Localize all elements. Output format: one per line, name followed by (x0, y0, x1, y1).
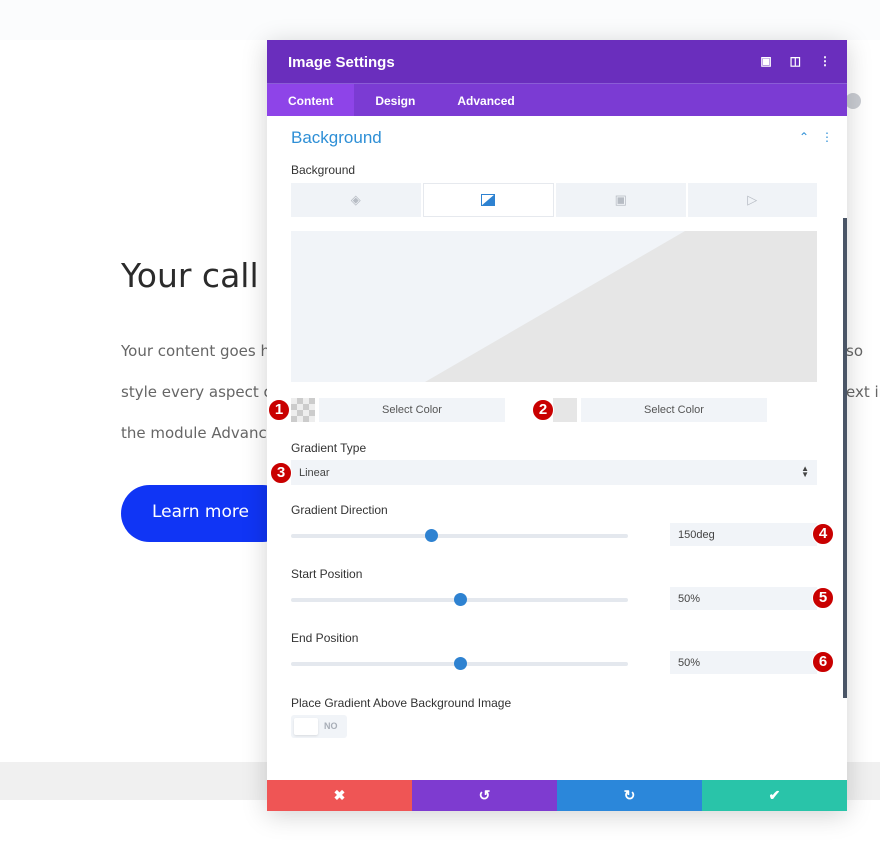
gradient-direction-label: Gradient Direction (291, 503, 388, 517)
chevron-up-icon[interactable]: ⌃ (799, 130, 809, 144)
slider-thumb[interactable] (453, 657, 467, 670)
gradient-direction-input[interactable]: 150deg (670, 523, 817, 546)
place-gradient-label: Place Gradient Above Background Image (291, 696, 512, 710)
redo-button[interactable]: ↻ (557, 780, 702, 811)
end-position-slider[interactable] (291, 657, 628, 670)
check-icon: ✔ (768, 787, 781, 803)
gradient-icon[interactable] (422, 183, 554, 217)
page-heading: Your call t (121, 256, 283, 295)
annotation-badge: 3 (270, 462, 292, 484)
paragraph-line: style every aspect of (121, 383, 278, 401)
modal-title: Image Settings (288, 54, 395, 71)
paragraph-line: the module Advance (121, 424, 276, 442)
tab-design[interactable]: Design (354, 84, 436, 116)
gradient-preview (291, 231, 817, 382)
gradient-type-select[interactable]: Linear ▲ ▼ (291, 460, 817, 485)
start-position-slider[interactable] (291, 593, 628, 606)
image-icon[interactable]: ▣ (556, 183, 686, 217)
paragraph-line: Your content goes h (121, 342, 271, 360)
end-position-label: End Position (291, 631, 359, 645)
annotation-badge: 4 (812, 523, 834, 545)
tab-content[interactable]: Content (267, 84, 355, 116)
background-label: Background (291, 163, 356, 177)
section-title[interactable]: Background (291, 128, 382, 148)
annotation-badge: 6 (812, 651, 834, 673)
undo-icon: ↺ (478, 787, 491, 803)
page-top-band (0, 0, 880, 40)
start-position-input[interactable]: 50% (670, 587, 817, 610)
toggle-state: NO (324, 721, 338, 731)
modal-header: Image Settings ▣ ◫ ⋮ (267, 40, 847, 84)
annotation-badge: 2 (532, 399, 554, 421)
close-icon: ✖ (333, 787, 346, 803)
gradient-type-value: Linear (299, 467, 330, 479)
select-color-1-button[interactable]: Select Color (319, 398, 505, 422)
gradient-direction-slider[interactable] (291, 529, 628, 542)
place-gradient-toggle[interactable]: NO (291, 715, 347, 738)
redo-icon: ↻ (623, 787, 636, 803)
select-arrows-icon: ▲ ▼ (801, 464, 809, 479)
more-vertical-icon[interactable]: ⋮ (819, 54, 831, 68)
save-button[interactable]: ✔ (702, 780, 847, 811)
paragraph-fragment: ext in (846, 383, 880, 401)
annotation-badge: 5 (812, 587, 834, 609)
learn-more-button[interactable]: Learn more (121, 485, 291, 542)
more-vertical-icon[interactable]: ⋮ (821, 130, 833, 144)
slider-thumb[interactable] (425, 529, 439, 542)
annotation-badge: 1 (268, 399, 290, 421)
split-view-icon[interactable]: ◫ (790, 54, 801, 68)
tab-advanced[interactable]: Advanced (436, 84, 535, 116)
background-type-tabs: ◈ ▣ ▷ (291, 183, 817, 217)
image-settings-modal: Image Settings ▣ ◫ ⋮ Content Design Adva… (267, 40, 847, 811)
color1-swatch[interactable] (291, 398, 315, 422)
select-color-2-button[interactable]: Select Color (581, 398, 767, 422)
slider-thumb[interactable] (453, 593, 467, 606)
video-icon[interactable]: ▷ (687, 183, 817, 217)
color-icon[interactable]: ◈ (291, 183, 421, 217)
scrollbar[interactable] (843, 218, 847, 698)
cancel-button[interactable]: ✖ (267, 780, 412, 811)
modal-footer: ✖ ↺ ↻ ✔ (267, 780, 847, 811)
undo-button[interactable]: ↺ (412, 780, 557, 811)
color2-swatch[interactable] (553, 398, 577, 422)
paragraph-fragment: so (846, 342, 863, 360)
end-position-input[interactable]: 50% (670, 651, 817, 674)
gradient-type-label: Gradient Type (291, 441, 367, 455)
modal-tabs: Content Design Advanced (267, 84, 847, 116)
focus-icon[interactable]: ▣ (760, 54, 771, 68)
start-position-label: Start Position (291, 567, 363, 581)
